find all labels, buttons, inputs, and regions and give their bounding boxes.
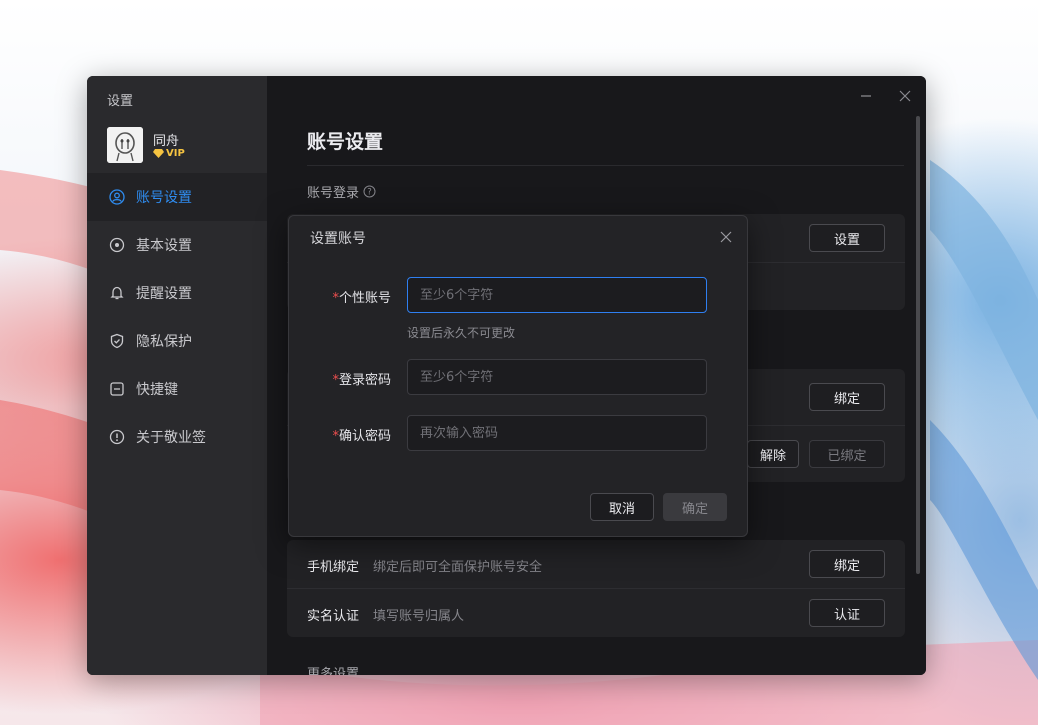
bell-icon — [110, 286, 124, 300]
shield-icon — [110, 333, 124, 349]
sidebar-item-privacy[interactable]: 隐私保护 — [87, 317, 267, 365]
avatar[interactable] — [107, 127, 143, 163]
vip-label: VIP — [166, 148, 185, 159]
section-label: 更多设置 — [307, 667, 360, 675]
minimize-icon[interactable] — [858, 88, 874, 104]
bound-button[interactable]: 已绑定 — [809, 440, 885, 468]
keyboard-icon — [110, 382, 124, 396]
vip-badge: VIP — [153, 148, 185, 159]
field-label-password: *登录密码 — [332, 369, 391, 388]
sidebar-item-about[interactable]: 关于敬业签 — [87, 413, 267, 461]
scrollbar[interactable] — [916, 116, 920, 574]
close-icon[interactable] — [897, 88, 913, 104]
diamond-icon — [153, 149, 164, 158]
dialog-title: 设置账号 — [310, 231, 366, 247]
divider — [307, 165, 904, 166]
confirm-password-input[interactable] — [407, 415, 707, 451]
sidebar-item-basic[interactable]: 基本设置 — [87, 221, 267, 269]
sidebar-item-label: 基本设置 — [136, 238, 192, 254]
section-account-login: 账号登录 ? — [307, 182, 376, 201]
field-label-text: 个性账号 — [338, 291, 391, 306]
sidebar-item-reminder[interactable]: 提醒设置 — [87, 269, 267, 317]
cancel-button[interactable]: 取消 — [590, 493, 654, 521]
realname-title: 实名认证 — [307, 609, 360, 624]
field-label-text: 确认密码 — [338, 429, 391, 444]
field-label-username: *个性账号 — [332, 287, 391, 306]
realname-desc: 填写账号归属人 — [373, 609, 465, 624]
realname-button[interactable]: 认证 — [809, 599, 885, 627]
field-label-confirm-password: *确认密码 — [332, 425, 391, 444]
page-title: 账号设置 — [307, 131, 384, 153]
section-more-settings: 更多设置 — [307, 663, 359, 675]
sidebar-item-label: 关于敬业签 — [136, 430, 206, 446]
user-name: 同舟 — [153, 134, 180, 149]
phone-bind-button[interactable]: 绑定 — [809, 550, 885, 578]
window-title: 设置 — [107, 94, 134, 109]
close-icon[interactable] — [719, 230, 733, 244]
password-input[interactable] — [407, 359, 707, 395]
user-icon — [109, 189, 125, 205]
bind-button[interactable]: 绑定 — [809, 383, 885, 411]
username-hint: 设置后永久不可更改 — [407, 326, 516, 340]
sidebar-item-label: 账号设置 — [136, 190, 192, 206]
set-account-dialog: 设置账号 *个性账号 设置后永久不可更改 *登录密码 *确认密码 取消 确定 — [288, 215, 748, 537]
sidebar-item-label: 快捷键 — [136, 382, 178, 398]
svg-text:?: ? — [367, 188, 372, 198]
sidebar-item-label: 隐私保护 — [136, 334, 192, 350]
sidebar: 设置 同舟 VIP 账号设置 基本设置 提醒设置 隐私保护 快捷键 关于敬业签 — [87, 76, 267, 675]
sidebar-item-shortcut[interactable]: 快捷键 — [87, 365, 267, 413]
phone-bind-title: 手机绑定 — [307, 560, 360, 575]
row-divider — [287, 588, 905, 589]
section-label: 账号登录 — [307, 186, 360, 201]
unbind-button[interactable]: 解除 — [747, 440, 799, 468]
sidebar-item-account[interactable]: 账号设置 — [87, 173, 267, 221]
security-card: 手机绑定 绑定后即可全面保护账号安全 绑定 实名认证 填写账号归属人 认证 — [287, 540, 905, 637]
field-label-text: 登录密码 — [338, 373, 391, 388]
confirm-button[interactable]: 确定 — [663, 493, 727, 521]
username-input[interactable] — [407, 277, 707, 313]
settings-icon — [109, 237, 125, 253]
info-icon — [109, 429, 125, 445]
set-account-button[interactable]: 设置 — [809, 224, 885, 252]
sidebar-item-label: 提醒设置 — [136, 286, 192, 302]
help-icon[interactable]: ? — [363, 185, 376, 198]
phone-bind-desc: 绑定后即可全面保护账号安全 — [373, 560, 543, 575]
